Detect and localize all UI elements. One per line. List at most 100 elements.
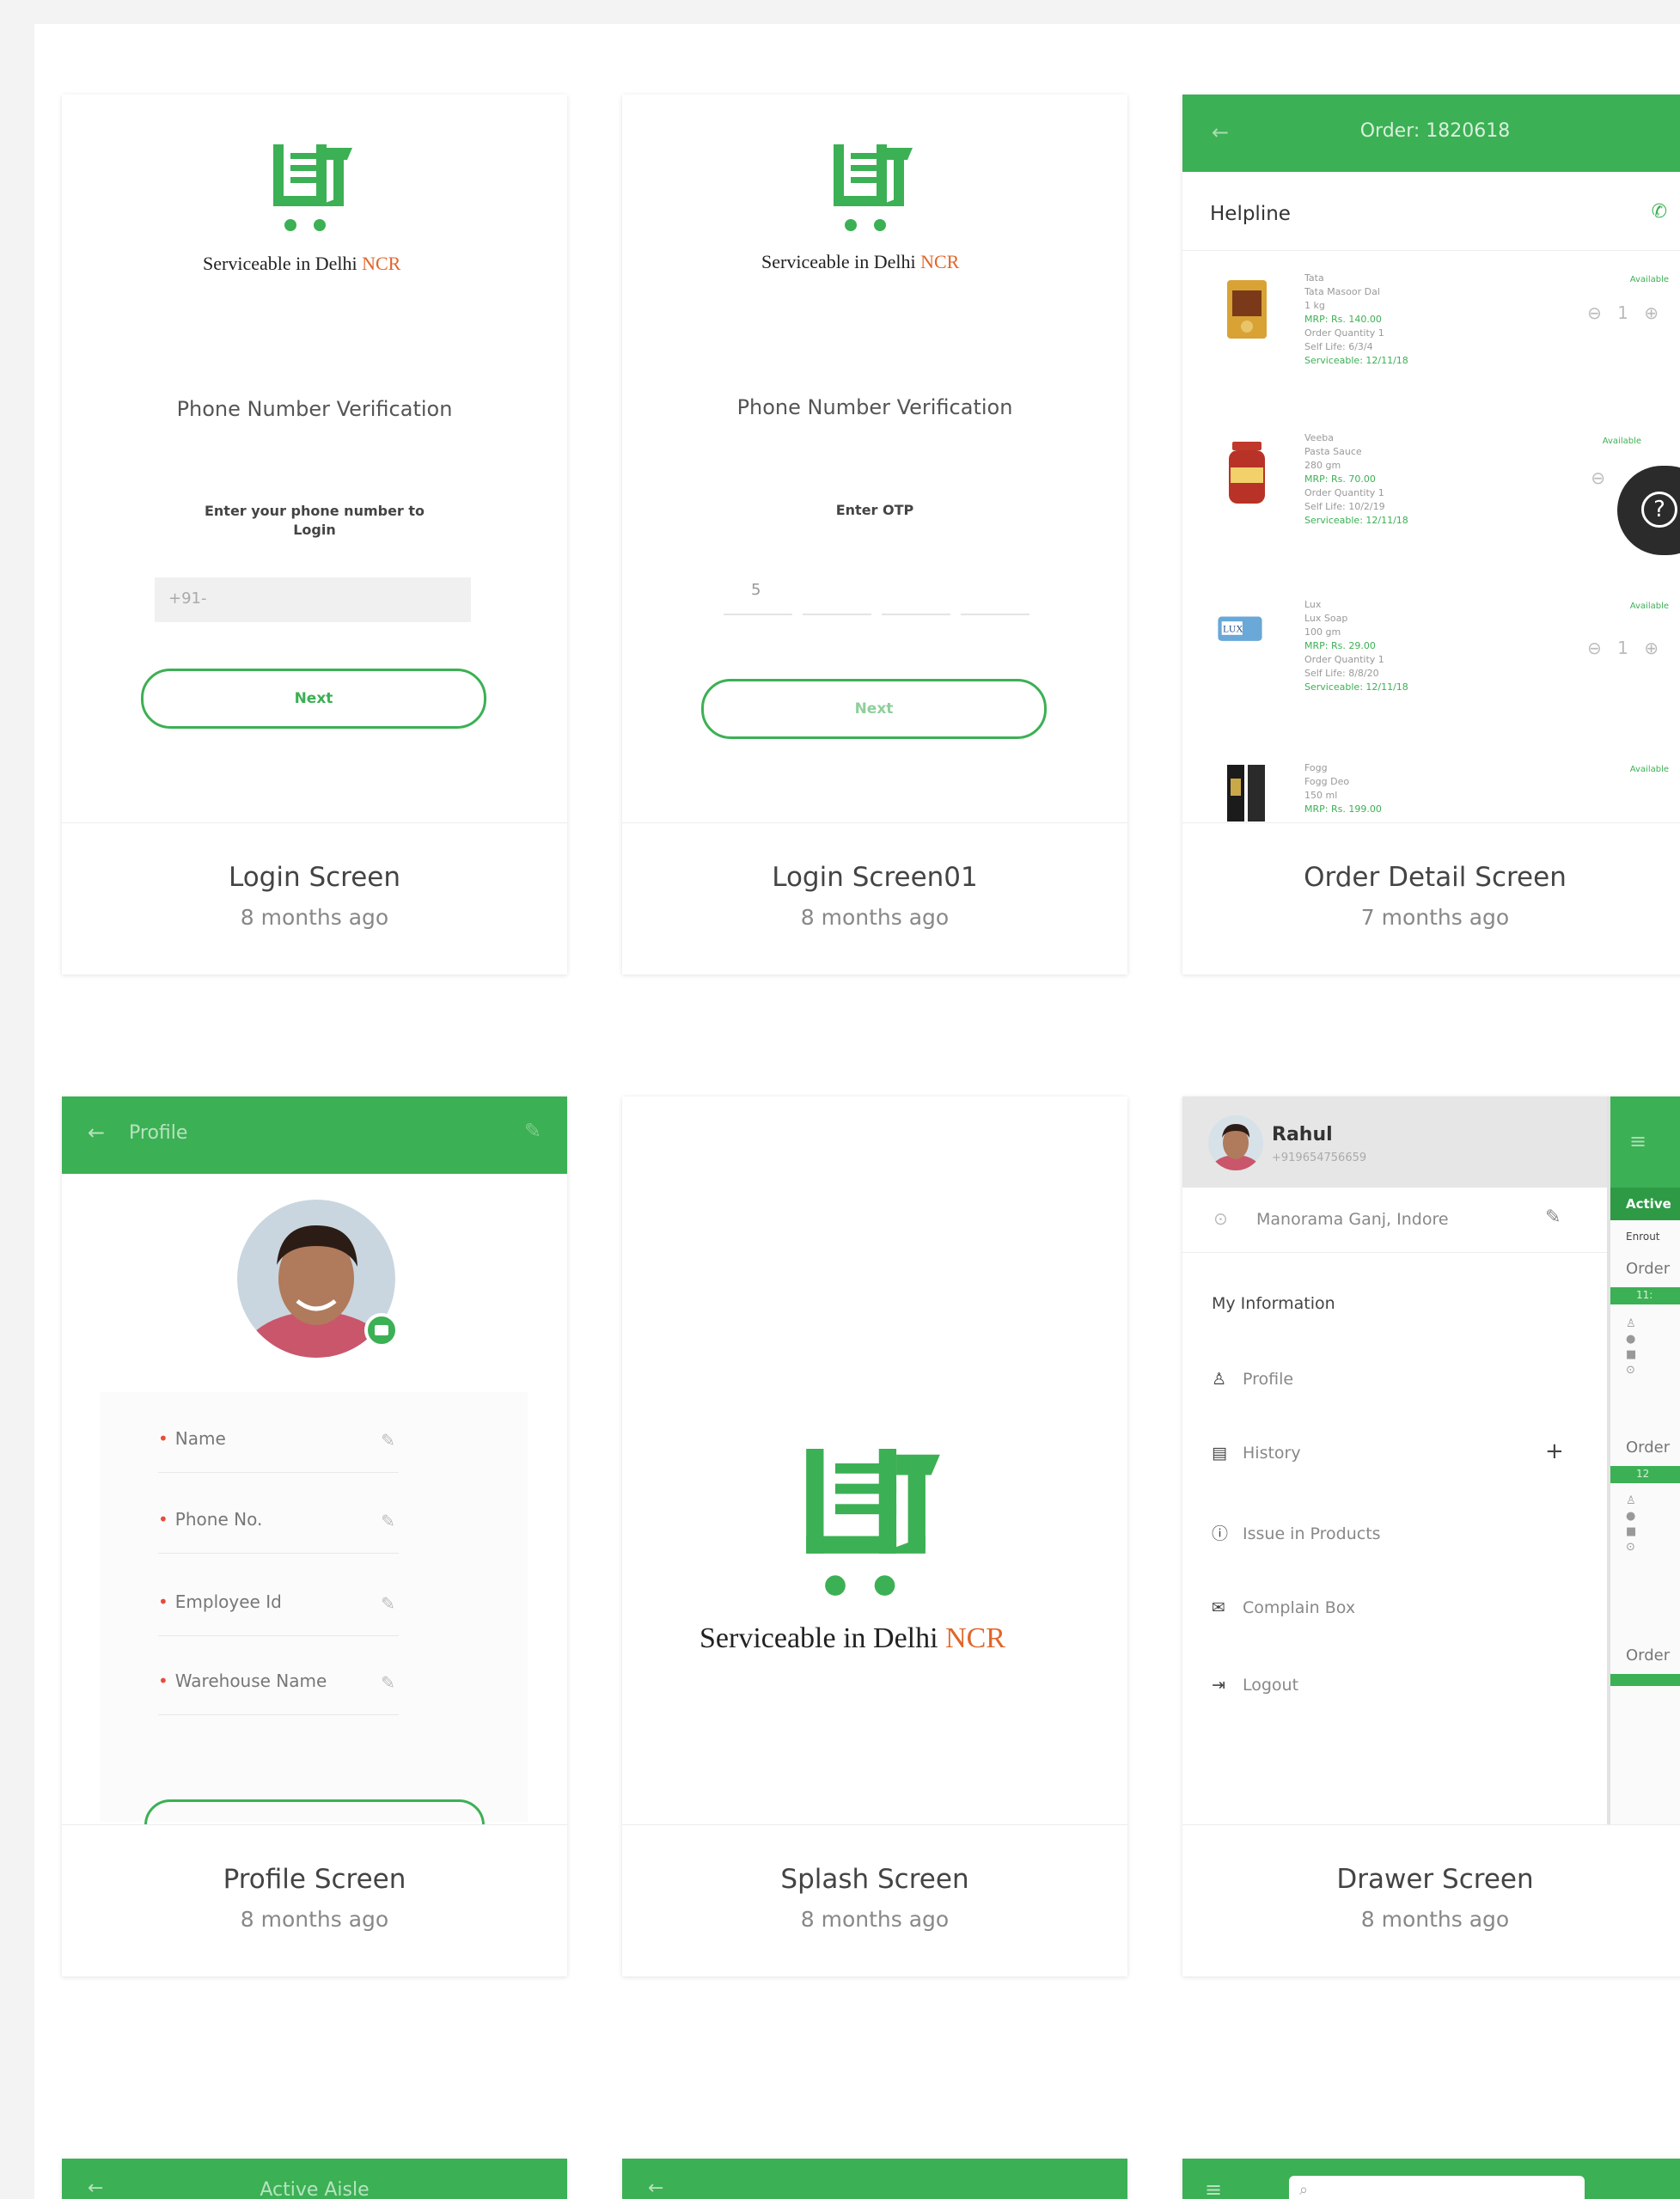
active-tab[interactable]: Active [1610, 1188, 1680, 1220]
app-bar: ≡ [1610, 1096, 1680, 1188]
card-title[interactable]: Splash Screen [622, 1864, 1127, 1895]
screen-card-drawer[interactable]: Rahul +919654756659 ⊙ Manorama Ganj, Ind… [1182, 1096, 1680, 1976]
save-button[interactable] [144, 1799, 485, 1824]
edit-pencil-icon[interactable]: ✎ [381, 1430, 395, 1451]
person-icon: ♙ [1212, 1370, 1227, 1389]
card-title[interactable]: Profile Screen [62, 1864, 567, 1895]
card-timestamp: 8 months ago [800, 905, 950, 930]
product-brand: Fogg [1304, 762, 1328, 773]
product-size: 1 kg [1304, 300, 1325, 311]
order-time-bar [1610, 1674, 1680, 1686]
phone-input[interactable]: +91- [155, 577, 471, 622]
product-row[interactable]: Fogg Fogg Deo 150 ml MRP: Rs. 199.00 Ava… [1182, 753, 1680, 822]
product-row[interactable]: Veeba Pasta Sauce 280 gm MRP: Rs. 70.00 … [1182, 425, 1680, 579]
product-mrp: MRP: Rs. 199.00 [1304, 803, 1382, 815]
card-title[interactable]: Login Screen [62, 862, 567, 893]
screen-card-bottom-2[interactable]: ← [622, 2159, 1127, 2199]
enroute-label: Enrout [1626, 1231, 1660, 1243]
drawer-item-history[interactable]: ▤ History [1212, 1444, 1301, 1463]
screen-card-aisle[interactable]: ← Active Aisle [62, 2159, 567, 2199]
product-row[interactable]: Tata Tata Masoor Dal 1 kg MRP: Rs. 140.0… [1182, 263, 1680, 418]
product-quantity: Order Quantity 1 [1304, 487, 1384, 498]
drawer-item-complain[interactable]: ✉ Complain Box [1212, 1598, 1355, 1617]
search-input[interactable]: ⌕ [1289, 2176, 1585, 2199]
name-field[interactable]: • Name ✎ [158, 1428, 399, 1473]
next-button[interactable]: Next [701, 679, 1047, 739]
screen-card-order-detail[interactable]: ← Order: 1820618 Helpline ✆ Tata Tata Ma… [1182, 95, 1680, 974]
instruction-line-1: Enter your phone number to [204, 503, 425, 519]
user-phone: +919654756659 [1272, 1151, 1367, 1164]
background-screen: ≡ Active Enrout Order 11: ♙ ● ■ ⊙ Order 12 … [1607, 1096, 1680, 1824]
edit-pencil-icon[interactable]: ✎ [1545, 1206, 1561, 1228]
product-name: Pasta Sauce [1304, 446, 1362, 457]
product-size: 150 ml [1304, 790, 1338, 801]
location-text: Manorama Ganj, Indore [1256, 1210, 1449, 1229]
quantity-stepper[interactable]: ⊖ 1 ⊕ [1587, 638, 1664, 658]
screen-thumbnail[interactable]: Serviceable in Delhi NCR Phone Number Ve… [62, 95, 567, 822]
next-button[interactable]: Next [141, 669, 486, 729]
product-brand: Tata [1304, 272, 1324, 284]
edit-pencil-icon[interactable]: ✎ [381, 1672, 395, 1693]
screen-card-bottom-3[interactable]: ≡ ⌕ [1182, 2159, 1680, 2199]
phone-field[interactable]: • Phone No. ✎ [158, 1509, 399, 1554]
otp-digit-3[interactable] [882, 559, 950, 615]
quantity-stepper[interactable]: ⊖ [1591, 467, 1610, 488]
cart-logo-icon [273, 144, 352, 231]
drawer-item-logout[interactable]: ⇥ Logout [1212, 1676, 1298, 1695]
card-timestamp: 8 months ago [1360, 1907, 1510, 1932]
product-size: 280 gm [1304, 460, 1341, 471]
screen-thumbnail[interactable]: Rahul +919654756659 ⊙ Manorama Ganj, Ind… [1182, 1096, 1680, 1824]
card-title[interactable]: Drawer Screen [1182, 1864, 1680, 1895]
order-time-bar: 11: [1610, 1287, 1680, 1304]
app-bar-title: Active Aisle [260, 2179, 370, 2199]
screen-thumbnail[interactable]: ← Profile ✎ • Name ✎ • Phone No. ✎ • Employ [62, 1096, 567, 1824]
otp-digit-1[interactable]: 5 [724, 559, 792, 615]
product-row[interactable]: LUX Lux Lux Soap 100 gm MRP: Rs. 29.00 O… [1182, 589, 1680, 744]
card-timestamp: 8 months ago [240, 905, 389, 930]
cart-logo-icon [834, 144, 913, 231]
product-self-life: Self Life: 6/3/4 [1304, 341, 1373, 352]
screen-thumbnail[interactable]: ← Order: 1820618 Helpline ✆ Tata Tata Ma… [1182, 95, 1680, 822]
drawer-panel: Rahul +919654756659 ⊙ Manorama Ganj, Ind… [1182, 1096, 1607, 1824]
quantity-stepper[interactable]: ⊖ 1 ⊕ [1587, 302, 1664, 323]
screen-heading: Phone Number Verification [176, 397, 453, 421]
screen-card-splash[interactable]: Serviceable in Delhi NCR Splash Screen 8… [622, 1096, 1127, 1976]
edit-pencil-icon[interactable]: ✎ [381, 1511, 395, 1531]
mail-icon: ✉ [1212, 1598, 1225, 1617]
otp-input-group[interactable]: 5 [724, 559, 1033, 619]
location-row[interactable]: ⊙ Manorama Ganj, Indore ✎ [1182, 1188, 1607, 1253]
screen-thumbnail[interactable]: Serviceable in Delhi NCR Phone Number Ve… [622, 95, 1127, 822]
product-mrp: MRP: Rs. 29.00 [1304, 640, 1376, 651]
logout-icon: ⇥ [1212, 1676, 1225, 1695]
app-bar: ≡ ⌕ [1182, 2159, 1680, 2199]
product-brand: Lux [1304, 599, 1322, 610]
edit-pencil-icon[interactable]: ✎ [524, 1119, 541, 1143]
app-bar: ← Active Aisle [62, 2159, 567, 2199]
drawer-item-issue[interactable]: ⓘ Issue in Products [1212, 1521, 1381, 1544]
profile-avatar[interactable] [237, 1200, 400, 1363]
edit-pencil-icon[interactable]: ✎ [381, 1593, 395, 1614]
helpline-row[interactable]: Helpline ✆ [1182, 172, 1680, 251]
order-summary: ♙ ● ■ ⊙ [1626, 1317, 1637, 1377]
order-time-bar: 12 [1610, 1466, 1680, 1483]
menu-icon[interactable]: ≡ [1205, 2178, 1222, 2199]
card-timestamp: 7 months ago [1360, 905, 1510, 930]
history-icon: ▤ [1212, 1444, 1227, 1463]
back-arrow-icon[interactable]: ← [648, 2178, 663, 2199]
otp-digit-2[interactable] [803, 559, 871, 615]
card-caption: Splash Screen 8 months ago [622, 1824, 1127, 1976]
drawer-header: Rahul +919654756659 [1182, 1096, 1607, 1188]
card-title[interactable]: Order Detail Screen [1182, 862, 1680, 893]
add-icon[interactable]: + [1545, 1439, 1564, 1464]
warehouse-name-field[interactable]: • Warehouse Name ✎ [158, 1671, 399, 1715]
screen-card-login-otp[interactable]: Serviceable in Delhi NCR Phone Number Ve… [622, 95, 1127, 974]
otp-digit-4[interactable] [961, 559, 1029, 615]
phone-icon[interactable]: ✆ [1652, 201, 1667, 223]
screen-card-login[interactable]: Serviceable in Delhi NCR Phone Number Ve… [62, 95, 567, 974]
employee-id-field[interactable]: • Employee Id ✎ [158, 1591, 399, 1636]
back-arrow-icon[interactable]: ← [88, 1121, 105, 1145]
drawer-item-profile[interactable]: ♙ Profile [1212, 1370, 1293, 1389]
screen-thumbnail[interactable]: Serviceable in Delhi NCR [622, 1096, 1127, 1824]
screen-card-profile[interactable]: ← Profile ✎ • Name ✎ • Phone No. ✎ • Employ [62, 1096, 567, 1976]
card-title[interactable]: Login Screen01 [622, 862, 1127, 893]
